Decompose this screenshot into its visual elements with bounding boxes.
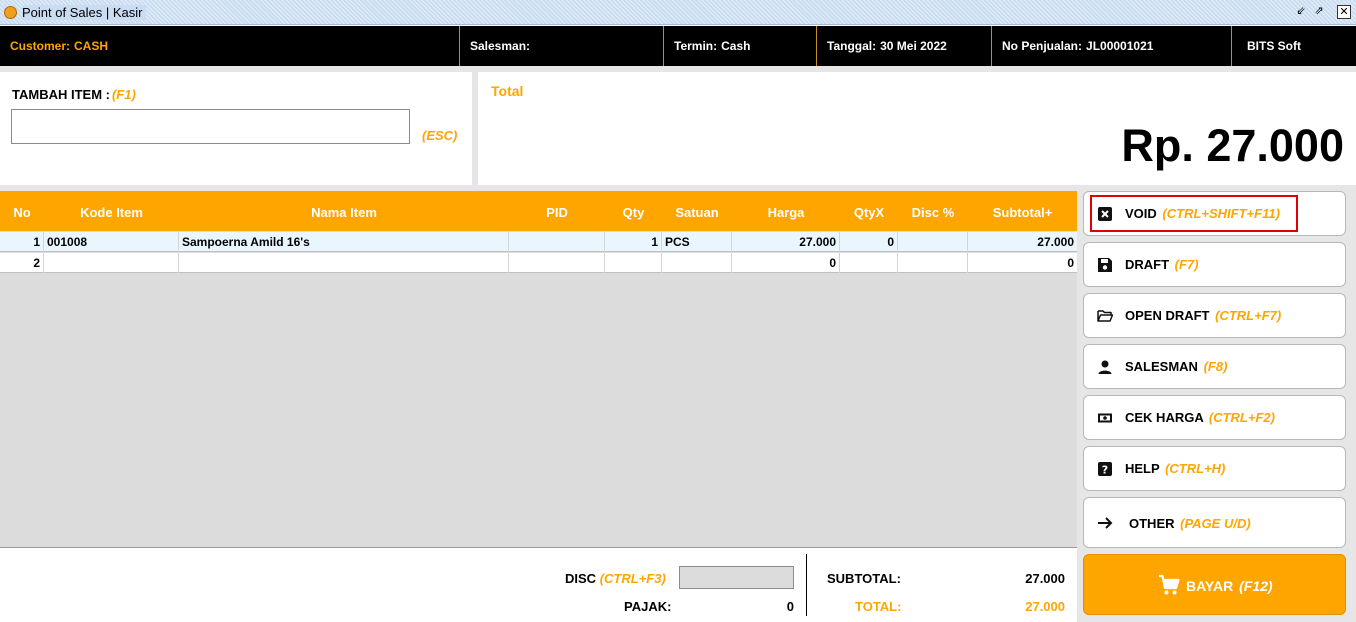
customer-value: CASH [74, 39, 109, 53]
cek-harga-label: CEK HARGA (CTRL+F2) [1125, 410, 1275, 425]
no-penjualan-value: JL00001021 [1086, 39, 1154, 53]
customer-info: Customer: CASH [0, 26, 460, 66]
column-header-no[interactable]: No [0, 191, 44, 231]
cell-satuan[interactable] [662, 253, 732, 273]
cell-pid[interactable] [509, 253, 605, 273]
column-header-subtotal[interactable]: Subtotal+ [968, 191, 1077, 231]
total-summary-label: TOTAL: [855, 599, 902, 614]
other-button[interactable]: OTHER (PAGE U/D) [1083, 497, 1346, 548]
add-item-label: TAMBAH ITEM : (F1) [12, 87, 136, 102]
help-icon: ? [1098, 462, 1112, 477]
termin-value: Cash [721, 39, 751, 53]
table-row[interactable]: 2 0 0 [0, 253, 1077, 273]
table-row[interactable]: 1 001008 Sampoerna Amild 16's 1 PCS 27.0… [0, 232, 1077, 252]
column-header-pid[interactable]: PID [509, 191, 605, 231]
total-summary-value: 27.000 [1025, 599, 1065, 614]
summary-panel: DISC (CTRL+F3) PAJAK: 0 SUBTOTAL: 27.000… [0, 549, 1077, 622]
cell-subtotal[interactable]: 0 [968, 253, 1077, 273]
column-header-harga[interactable]: Harga [732, 191, 840, 231]
table-header: No Kode Item Nama Item PID Qty Satuan Ha… [0, 191, 1077, 231]
summary-separator [806, 554, 807, 616]
bayar-button[interactable]: BAYAR (F12) [1083, 554, 1346, 615]
open-draft-button[interactable]: OPEN DRAFT (CTRL+F7) [1083, 293, 1346, 338]
transaction-info-bar: Customer: CASH Salesman: Termin: Cash Tang… [0, 26, 1356, 66]
cell-qtyx[interactable]: 0 [840, 232, 898, 252]
add-item-panel: TAMBAH ITEM : (F1) (ESC) [0, 72, 472, 185]
restore-window-icon[interactable]: ⇙ [1294, 5, 1308, 19]
total-amount: Rp. 27.000 [1121, 120, 1344, 171]
cell-harga[interactable]: 0 [732, 253, 840, 273]
person-icon [1098, 360, 1112, 374]
disc-label: DISC (CTRL+F3) [565, 571, 666, 586]
column-header-qty[interactable]: Qty [605, 191, 662, 231]
column-header-satuan[interactable]: Satuan [662, 191, 732, 231]
cell-no[interactable]: 1 [0, 232, 44, 252]
draft-button[interactable]: DRAFT (F7) [1083, 242, 1346, 287]
open-draft-label: OPEN DRAFT (CTRL+F7) [1125, 308, 1282, 323]
arrow-right-icon [1098, 517, 1113, 529]
cell-kode-item[interactable]: 001008 [44, 232, 179, 252]
no-penjualan-info: No Penjualan: JL00001021 [992, 26, 1232, 66]
window-title: Point of Sales | Kasir [22, 5, 147, 20]
salesman-label: SALESMAN (F8) [1125, 359, 1228, 374]
tanggal-info: Tanggal: 30 Mei 2022 [817, 26, 992, 66]
void-icon [1098, 207, 1112, 221]
cell-satuan[interactable]: PCS [662, 232, 732, 252]
folder-open-icon [1097, 310, 1113, 322]
add-item-input[interactable] [11, 109, 410, 144]
column-header-disc[interactable]: Disc % [898, 191, 968, 231]
detach-window-icon[interactable]: ⇗ [1312, 5, 1326, 19]
column-header-qtyx[interactable]: QtyX [840, 191, 898, 231]
close-window-icon[interactable]: ✕ [1337, 5, 1351, 19]
disc-input[interactable] [679, 566, 794, 589]
svg-text:?: ? [1102, 464, 1108, 477]
void-label: VOID (CTRL+SHIFT+F11) [1125, 206, 1280, 221]
bayar-label: BAYAR (F12) [1186, 578, 1273, 594]
subtotal-label: SUBTOTAL: [827, 571, 901, 586]
other-label: OTHER (PAGE U/D) [1129, 516, 1251, 531]
draft-label: DRAFT (F7) [1125, 257, 1199, 272]
add-item-hotkey: (F1) [111, 87, 136, 102]
column-header-nama-item[interactable]: Nama Item [179, 191, 509, 231]
cell-harga[interactable]: 27.000 [732, 232, 840, 252]
cell-qty[interactable] [605, 253, 662, 273]
save-icon [1098, 258, 1112, 272]
cell-qtyx[interactable] [840, 253, 898, 273]
subtotal-value: 27.000 [1025, 571, 1065, 586]
app-logo-icon [4, 6, 17, 19]
column-header-kode-item[interactable]: Kode Item [44, 191, 179, 231]
pajak-value: 0 [786, 599, 794, 614]
cell-kode-item[interactable] [44, 253, 179, 273]
money-icon [1098, 413, 1112, 423]
action-panel: VOID (CTRL+SHIFT+F11) DRAFT (F7) OPEN DR… [1077, 191, 1356, 622]
pajak-label: PAJAK: [624, 599, 672, 614]
salesman-info: Salesman: [460, 26, 664, 66]
total-label: Total [491, 83, 524, 99]
cell-nama-item[interactable]: Sampoerna Amild 16's [179, 232, 509, 252]
salesman-button[interactable]: SALESMAN (F8) [1083, 344, 1346, 389]
help-label: HELP (CTRL+H) [1125, 461, 1226, 476]
esc-hint: (ESC) [422, 128, 458, 143]
window-titlebar: Point of Sales | Kasir ⇙ ⇗ ✕ [0, 0, 1356, 25]
cell-disc[interactable] [898, 232, 968, 252]
brand-label: BITS Soft [1247, 39, 1301, 53]
void-button[interactable]: VOID (CTRL+SHIFT+F11) [1083, 191, 1346, 236]
tanggal-value: 30 Mei 2022 [880, 39, 947, 53]
cell-nama-item[interactable] [179, 253, 509, 273]
help-button[interactable]: ? HELP (CTRL+H) [1083, 446, 1346, 491]
items-table[interactable]: No Kode Item Nama Item PID Qty Satuan Ha… [0, 191, 1077, 548]
total-panel: Total Rp. 27.000 [478, 72, 1356, 185]
cell-disc[interactable] [898, 253, 968, 273]
termin-info: Termin: Cash [664, 26, 817, 66]
cart-icon [1159, 574, 1180, 595]
cek-harga-button[interactable]: CEK HARGA (CTRL+F2) [1083, 395, 1346, 440]
cell-subtotal[interactable]: 27.000 [968, 232, 1077, 252]
cell-no[interactable]: 2 [0, 253, 44, 273]
cell-pid[interactable] [509, 232, 605, 252]
cell-qty[interactable]: 1 [605, 232, 662, 252]
